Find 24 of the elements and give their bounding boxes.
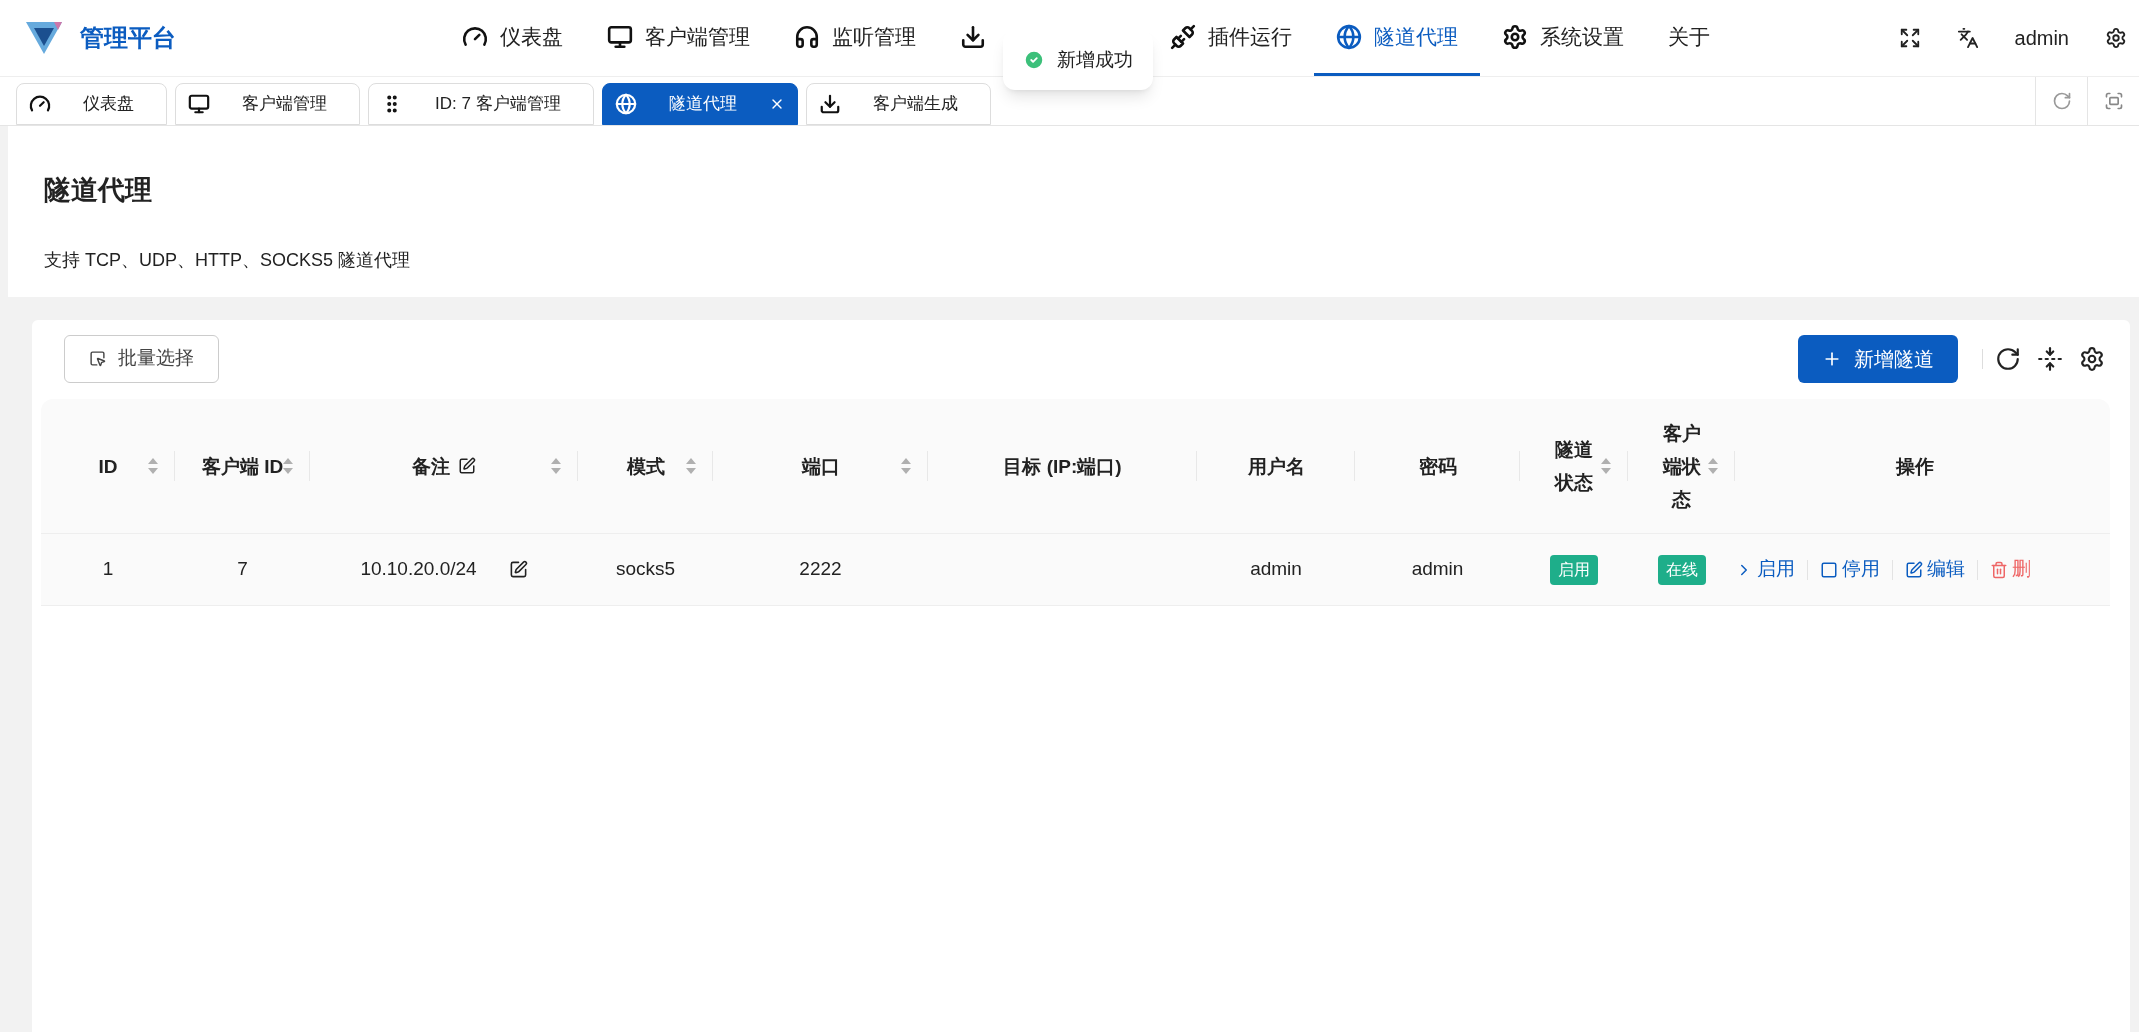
page-title: 隧道代理 [44,174,153,207]
column-header: 用户名 [1247,454,1305,479]
column-header: 模式 [626,454,665,479]
table-cell-text: 2222 [799,557,842,582]
table-cell-text: admin [1250,557,1302,582]
page-description: 支持 TCP、UDP、HTTP、SOCKS5 隧道代理 [44,248,412,272]
status-badge: 在线 [1657,554,1706,585]
column-header: 客户端 ID [201,454,284,479]
table-cell-text: 1 [102,557,114,582]
column-header: 隧道状态 [1553,438,1594,495]
column-header: 密码 [1418,454,1457,479]
column-header: 目标 (IP:端口) [1003,454,1122,479]
brand-title: 管理平台 [80,23,176,53]
toast-message: 新增成功 [1057,47,1133,72]
column-header: 操作 [1896,454,1934,479]
column-header: ID [98,454,118,479]
table-cell-text: socks5 [615,557,676,582]
column-header: 端口 [801,454,840,479]
table-cell-text: 7 [237,557,248,582]
status-badge: 启用 [1550,554,1598,585]
column-header: 备注 [412,454,450,479]
table-cell-text: 10.10.20.0/24 [360,557,477,582]
table-cell-text: admin [1411,557,1464,582]
column-header: 客户端状态 [1661,421,1702,512]
